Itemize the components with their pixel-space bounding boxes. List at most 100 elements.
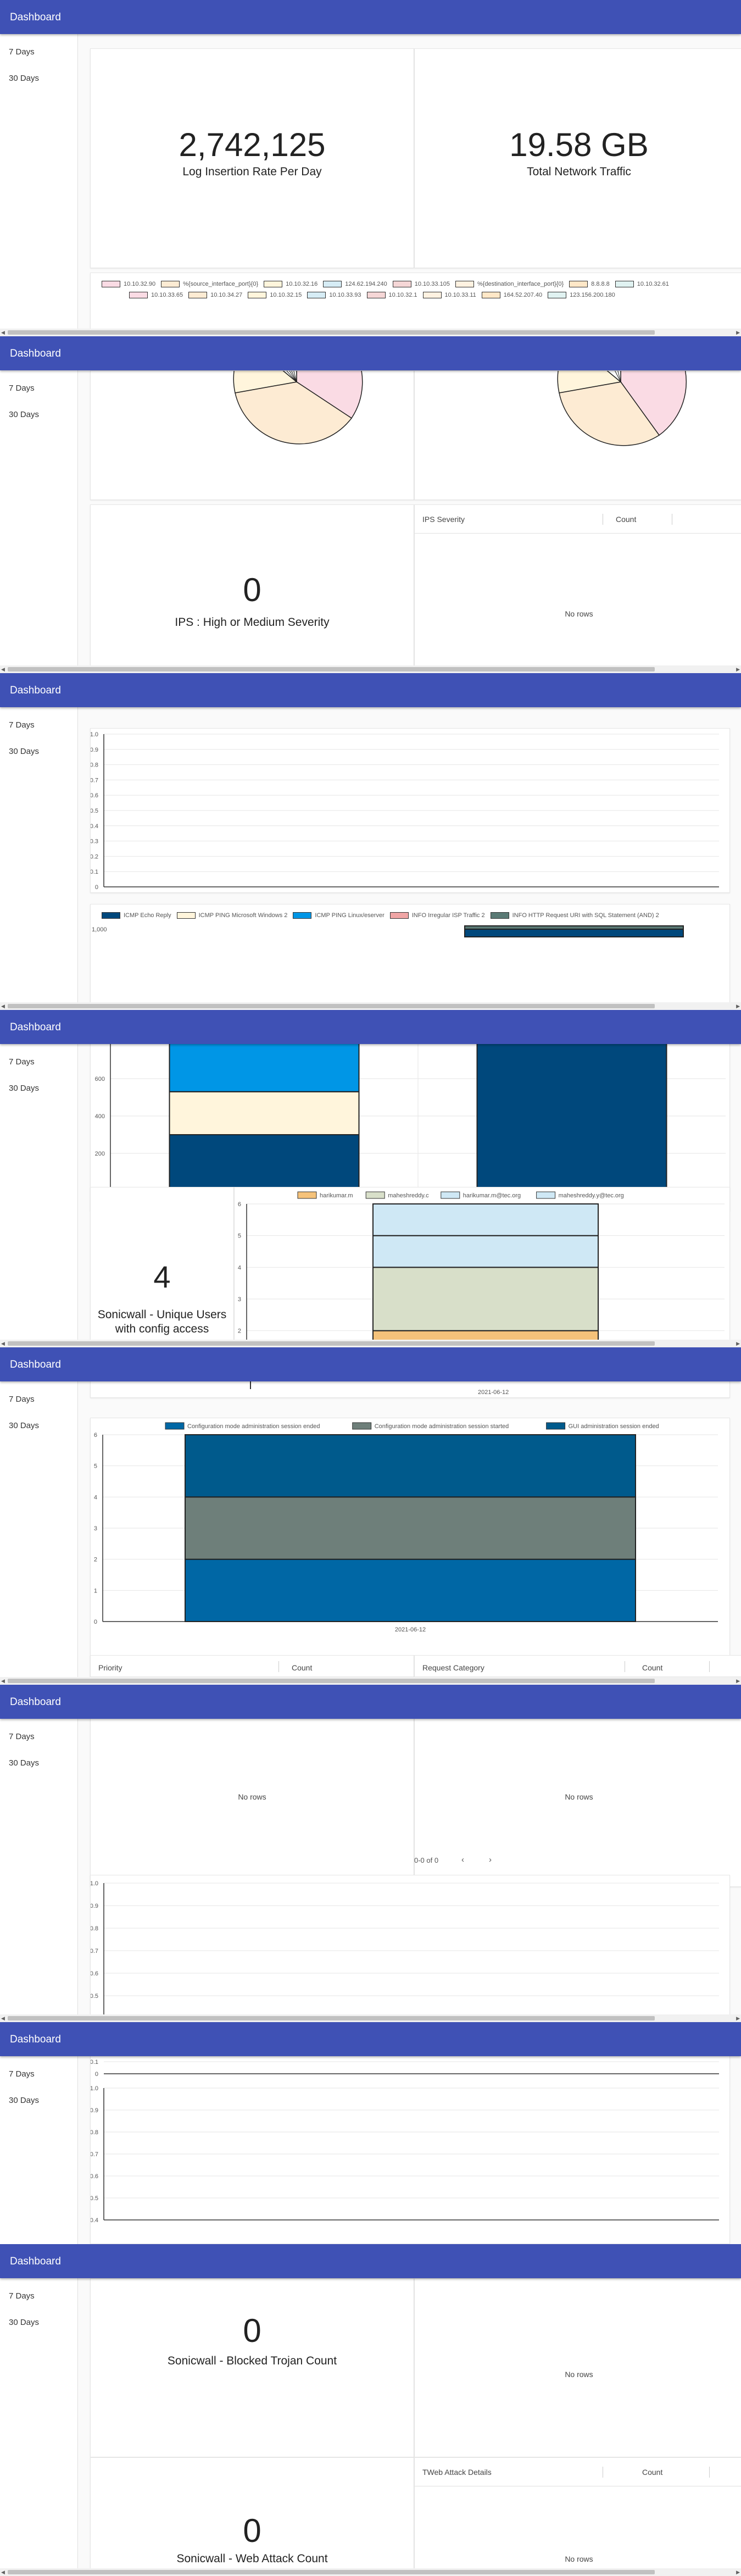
scroll-right-icon[interactable]: ▶ [736, 1678, 740, 1684]
scroll-right-icon[interactable]: ▶ [736, 1341, 740, 1347]
previous-page-icon[interactable]: ‹ [461, 1855, 464, 1864]
legend-label[interactable]: ICMP PING Linux/eserver [315, 912, 384, 919]
scrollbar-thumb[interactable] [8, 1004, 655, 1008]
legend-label[interactable]: INFO HTTP Request URI with SQL Statement… [512, 912, 659, 919]
traffic-value: 19.58 GB [509, 126, 649, 163]
sidebar-item-7-days[interactable]: 7 Days [9, 720, 35, 730]
scroll-left-icon[interactable]: ◀ [1, 2569, 5, 2575]
legend-swatch[interactable] [422, 292, 442, 299]
scrollbar-thumb[interactable] [8, 1679, 655, 1683]
sidebar-item-7-days[interactable]: 7 Days [9, 384, 35, 393]
scroll-left-icon[interactable]: ◀ [1, 1003, 5, 1009]
legend-swatch[interactable] [248, 292, 267, 299]
column-header-count[interactable]: Count [642, 1663, 662, 1672]
scroll-right-icon[interactable]: ▶ [736, 1003, 740, 1009]
legend-label[interactable]: ICMP Echo Reply [124, 912, 171, 919]
legend-label[interactable]: 10.10.32.61 [637, 281, 669, 287]
sidebar-item-30-days[interactable]: 30 Days [9, 410, 39, 419]
legend-swatch[interactable] [323, 281, 342, 288]
scroll-right-icon[interactable]: ▶ [736, 2016, 740, 2022]
legend-label[interactable]: INFO Irregular ISP Traffic 2 [412, 912, 485, 919]
legend-label[interactable]: %{destination_interface_port}{0} [477, 281, 564, 287]
panel-4: Dashboard 7 Days 30 Days 020040060080020… [0, 1010, 741, 1347]
legend-swatch[interactable] [389, 912, 409, 919]
legend-label[interactable]: 10.10.33.105 [415, 281, 450, 287]
scroll-right-icon[interactable]: ▶ [736, 2569, 740, 2575]
scroll-left-icon[interactable]: ◀ [1, 330, 5, 336]
scrollbar-thumb[interactable] [8, 330, 655, 335]
sidebar-item-7-days[interactable]: 7 Days [9, 1395, 35, 1404]
legend-swatch[interactable] [102, 281, 120, 288]
legend-swatch[interactable] [569, 281, 588, 288]
legend-swatch[interactable] [392, 281, 411, 288]
legend-swatch[interactable] [490, 912, 509, 919]
legend-label[interactable]: %{source_interface_port}{0} [183, 281, 258, 287]
horizontal-scrollbar[interactable]: ◀ ▶ [0, 1677, 741, 1685]
legend-swatch[interactable] [615, 281, 634, 288]
legend-label[interactable]: 8.8.8.8 [591, 281, 610, 287]
horizontal-scrollbar[interactable]: ◀ ▶ [0, 1340, 741, 1347]
legend-label[interactable]: 10.10.33.11 [445, 292, 476, 298]
scroll-left-icon[interactable]: ◀ [1, 1678, 5, 1684]
legend-label[interactable]: 10.10.32.90 [124, 281, 155, 287]
legend-swatch[interactable] [481, 292, 500, 299]
legend-swatch[interactable] [548, 292, 567, 299]
legend-swatch[interactable] [176, 912, 196, 919]
legend-swatch[interactable] [102, 912, 120, 919]
column-header-priority[interactable]: Priority [98, 1663, 122, 1672]
sidebar-item-7-days[interactable]: 7 Days [9, 2291, 35, 2301]
column-header-ips-severity[interactable]: IPS Severity [422, 515, 465, 524]
legend-swatch[interactable] [264, 281, 283, 288]
column-header-count[interactable]: Count [292, 1663, 312, 1672]
column-header-web-attack-details[interactable]: TWeb Attack Details [422, 2468, 492, 2477]
scrollbar-thumb[interactable] [8, 667, 655, 671]
legend-label: Configuration mode administration sessio… [375, 1423, 509, 1430]
column-header-count[interactable]: Count [642, 2468, 662, 2477]
scroll-left-icon[interactable]: ◀ [1, 2016, 5, 2022]
sidebar-item-30-days[interactable]: 30 Days [9, 74, 39, 83]
sidebar-item-30-days[interactable]: 30 Days [9, 1758, 39, 1768]
sidebar-item-7-days[interactable]: 7 Days [9, 2069, 35, 2079]
sidebar-item-30-days[interactable]: 30 Days [9, 1421, 39, 1430]
legend-label[interactable]: 10.10.32.16 [286, 281, 317, 287]
y-tick-label: 6 [94, 1432, 97, 1439]
scroll-left-icon[interactable]: ◀ [1, 1341, 5, 1347]
legend-label[interactable]: 10.10.34.27 [210, 292, 242, 298]
horizontal-scrollbar[interactable]: ◀ ▶ [0, 2014, 741, 2022]
legend-swatch[interactable] [129, 292, 148, 299]
legend-swatch[interactable] [455, 281, 474, 288]
sidebar-item-30-days[interactable]: 30 Days [9, 747, 39, 756]
legend-label[interactable]: ICMP PING Microsoft Windows 2 [199, 912, 288, 919]
sidebar-item-7-days[interactable]: 7 Days [9, 1732, 35, 1741]
legend-swatch[interactable] [188, 292, 208, 299]
legend-swatch[interactable] [161, 281, 180, 288]
horizontal-scrollbar[interactable]: ◀ ▶ [0, 329, 741, 336]
horizontal-scrollbar[interactable]: ◀ ▶ [0, 2568, 741, 2576]
sidebar-item-30-days[interactable]: 30 Days [9, 2096, 39, 2105]
legend-label[interactable]: 10.10.32.1 [389, 292, 417, 298]
scroll-left-icon[interactable]: ◀ [1, 667, 5, 673]
sidebar-item-7-days[interactable]: 7 Days [9, 1057, 35, 1067]
column-header-request-category[interactable]: Request Category [422, 1663, 484, 1672]
horizontal-scrollbar[interactable]: ◀ ▶ [0, 665, 741, 673]
scrollbar-thumb[interactable] [8, 2570, 655, 2574]
legend-label[interactable]: 10.10.33.93 [329, 292, 361, 298]
sidebar-item-30-days[interactable]: 30 Days [9, 1084, 39, 1093]
sidebar-item-30-days[interactable]: 30 Days [9, 2318, 39, 2327]
legend-label[interactable]: 10.10.33.65 [151, 292, 183, 298]
sidebar-item-7-days[interactable]: 7 Days [9, 47, 35, 57]
legend-swatch[interactable] [293, 912, 312, 919]
scrollbar-thumb[interactable] [8, 1341, 655, 1346]
scrollbar-thumb[interactable] [8, 2016, 655, 2020]
legend-label[interactable]: 164.52.207.40 [504, 292, 542, 298]
legend-label[interactable]: 123.156.200.180 [570, 292, 615, 298]
legend-label[interactable]: 124.62.194.240 [345, 281, 387, 287]
column-header-count[interactable]: Count [616, 515, 636, 524]
legend-label[interactable]: 10.10.32.15 [270, 292, 302, 298]
horizontal-scrollbar[interactable]: ◀ ▶ [0, 1002, 741, 1010]
scroll-right-icon[interactable]: ▶ [736, 667, 740, 673]
legend-swatch[interactable] [366, 292, 386, 299]
legend-swatch[interactable] [307, 292, 326, 299]
next-page-icon[interactable]: › [489, 1855, 492, 1864]
scroll-right-icon[interactable]: ▶ [736, 330, 740, 336]
